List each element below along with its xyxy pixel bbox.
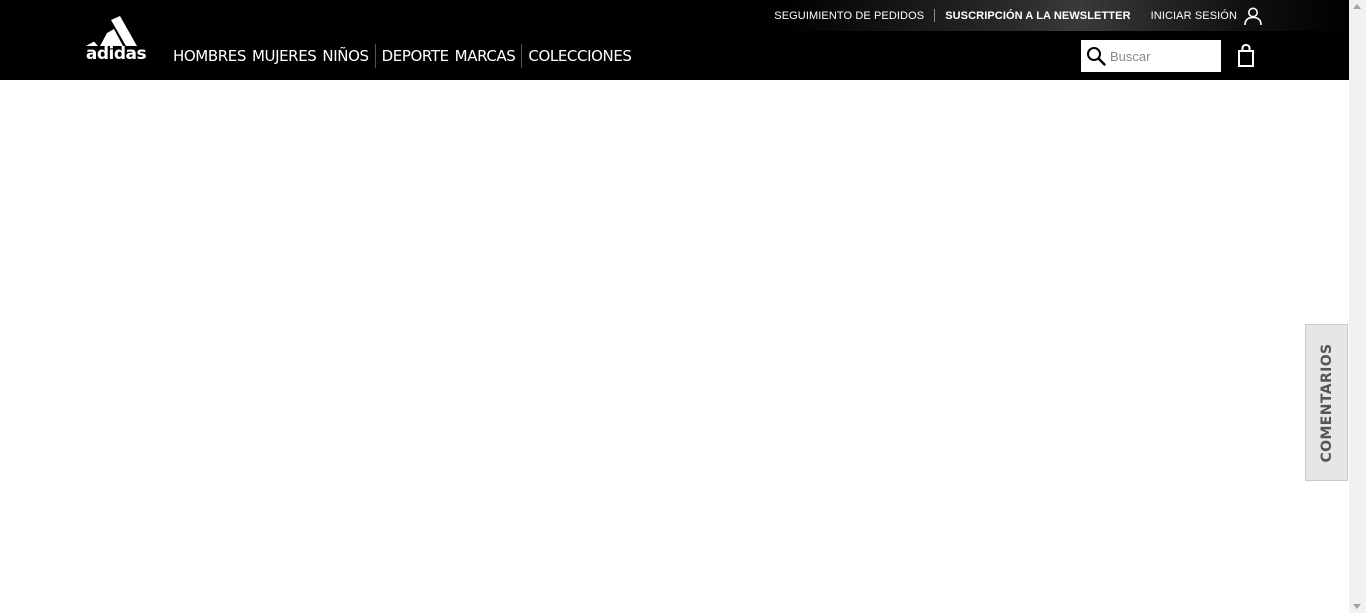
topbar-divider	[934, 9, 936, 22]
search-box	[1081, 40, 1221, 72]
nav-item-brands[interactable]: MARCAS	[455, 47, 516, 65]
adidas-logo[interactable]: adidas	[80, 16, 152, 66]
nav-divider	[521, 44, 523, 68]
feedback-tab[interactable]: COMENTARIOS	[1305, 324, 1348, 481]
cart-button[interactable]	[1236, 43, 1256, 68]
header-topbar: SEGUIMIENTO DE PEDIDOS SUSCRIPCIÓN A LA …	[0, 0, 1349, 31]
page: SEGUIMIENTO DE PEDIDOS SUSCRIPCIÓN A LA …	[0, 0, 1366, 613]
nav-divider	[374, 44, 376, 68]
scroll-up-icon[interactable]	[1353, 4, 1361, 9]
scroll-down-icon[interactable]	[1353, 604, 1361, 609]
topbar-links: SEGUIMIENTO DE PEDIDOS SUSCRIPCIÓN A LA …	[774, 0, 1263, 31]
nav-item-men[interactable]: HOMBRES	[173, 47, 246, 65]
nav-item-sport[interactable]: DEPORTE	[382, 47, 449, 65]
login-link[interactable]: INICIAR SESIÓN	[1151, 6, 1263, 26]
vertical-scrollbar[interactable]	[1349, 0, 1366, 613]
nav-item-women[interactable]: MUJERES	[252, 47, 317, 65]
user-icon	[1244, 7, 1262, 25]
main-nav: HOMBRES MUJERES NIÑOS DEPORTE MARCAS COL…	[173, 44, 638, 68]
performance-logo-icon	[86, 16, 137, 46]
logo-wordmark: adidas	[85, 44, 147, 64]
shopping-bag-icon	[1238, 43, 1254, 67]
search-input[interactable]	[1110, 45, 1210, 67]
nav-item-kids[interactable]: NIÑOS	[322, 47, 369, 65]
feedback-label: COMENTARIOS	[1318, 342, 1335, 463]
order-tracking-link[interactable]: SEGUIMIENTO DE PEDIDOS	[774, 10, 924, 22]
login-label: INICIAR SESIÓN	[1150, 9, 1237, 22]
search-icon[interactable]	[1086, 46, 1106, 66]
nav-item-collections[interactable]: COLECCIONES	[528, 47, 632, 65]
site-header: SEGUIMIENTO DE PEDIDOS SUSCRIPCIÓN A LA …	[0, 0, 1349, 80]
newsletter-link[interactable]: SUSCRIPCIÓN A LA NEWSLETTER	[945, 10, 1130, 22]
